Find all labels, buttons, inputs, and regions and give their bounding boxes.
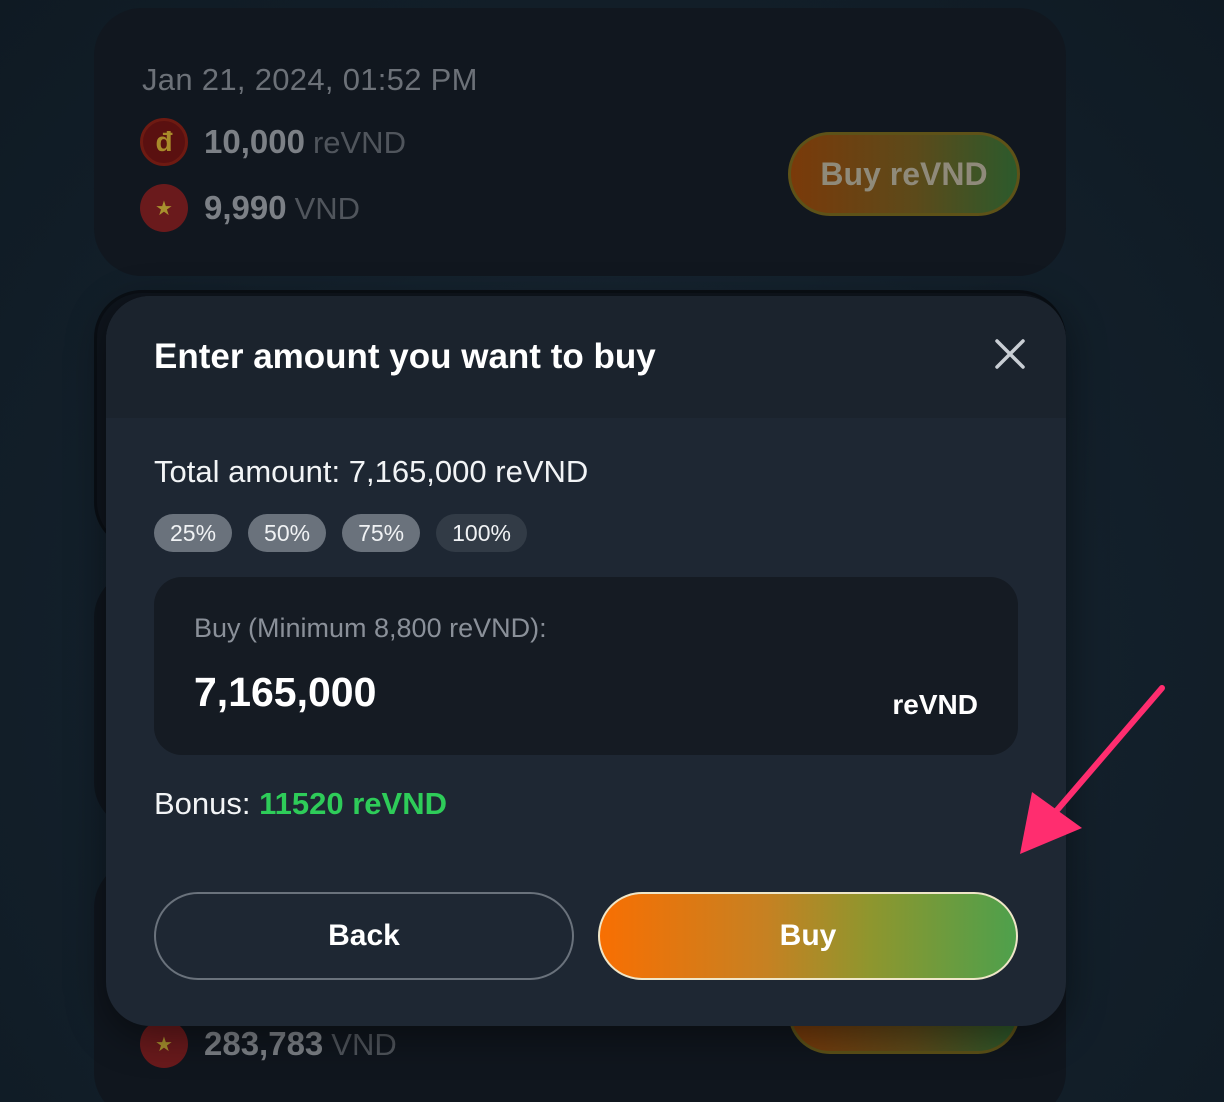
revnd-coin-icon: đ	[140, 118, 188, 166]
offer-vnd-unit: VND	[294, 191, 361, 226]
buy-modal: Enter amount you want to buy Total amoun…	[106, 296, 1066, 1026]
modal-title: Enter amount you want to buy	[154, 337, 656, 376]
amount-unit: reVND	[892, 689, 978, 720]
offer-card: Jan 21, 2024, 01:52 PM đ 10,000 reVND ★ 9…	[94, 8, 1066, 276]
percent-50-button[interactable]: 50%	[248, 514, 327, 552]
offer-revnd-row: đ 10,000 reVND	[140, 118, 406, 166]
offer-revnd-amount: 10,000	[204, 123, 305, 160]
offer-revnd-unit: reVND	[312, 125, 406, 160]
bonus-value: 11520 reVND	[259, 786, 448, 821]
amount-input-box: Buy (Minimum 8,800 reVND): reVND	[154, 577, 1018, 755]
offer-buy-button[interactable]: Buy reVND	[788, 132, 1020, 216]
offer-vnd-row: ★ 9,990 VND	[140, 184, 360, 232]
offer-vnd-unit: VND	[331, 1027, 397, 1062]
percent-100-button[interactable]: 100%	[436, 514, 527, 552]
vietnam-flag-icon: ★	[140, 184, 188, 232]
amount-input-label: Buy (Minimum 8,800 reVND):	[194, 613, 547, 643]
annotation-arrow-icon	[1020, 685, 1165, 854]
percent-25-button[interactable]: 25%	[154, 514, 233, 552]
total-amount: Total amount: 7,165,000 reVND	[154, 454, 588, 490]
total-amount-label: Total amount:	[154, 454, 341, 489]
buy-button[interactable]: Buy	[598, 892, 1018, 980]
bonus-label: Bonus:	[154, 786, 251, 821]
offer-date: Jan 21, 2024, 01:52 PM	[142, 62, 478, 97]
bonus-line: Bonus: 11520 reVND	[154, 786, 447, 822]
back-button[interactable]: Back	[154, 892, 574, 980]
percent-75-button[interactable]: 75%	[342, 514, 421, 552]
total-amount-value: 7,165,000 reVND	[348, 454, 589, 489]
amount-input[interactable]	[194, 669, 794, 716]
offer-vnd-row: ★ 283,783 VND	[140, 1020, 397, 1068]
vietnam-flag-icon: ★	[140, 1020, 188, 1068]
offer-vnd-amount: 283,783	[204, 1025, 324, 1062]
close-icon[interactable]	[992, 336, 1028, 372]
percent-options: 25% 50% 75% 100%	[154, 514, 527, 552]
modal-header: Enter amount you want to buy	[106, 296, 1066, 418]
offer-vnd-amount: 9,990	[204, 189, 287, 226]
